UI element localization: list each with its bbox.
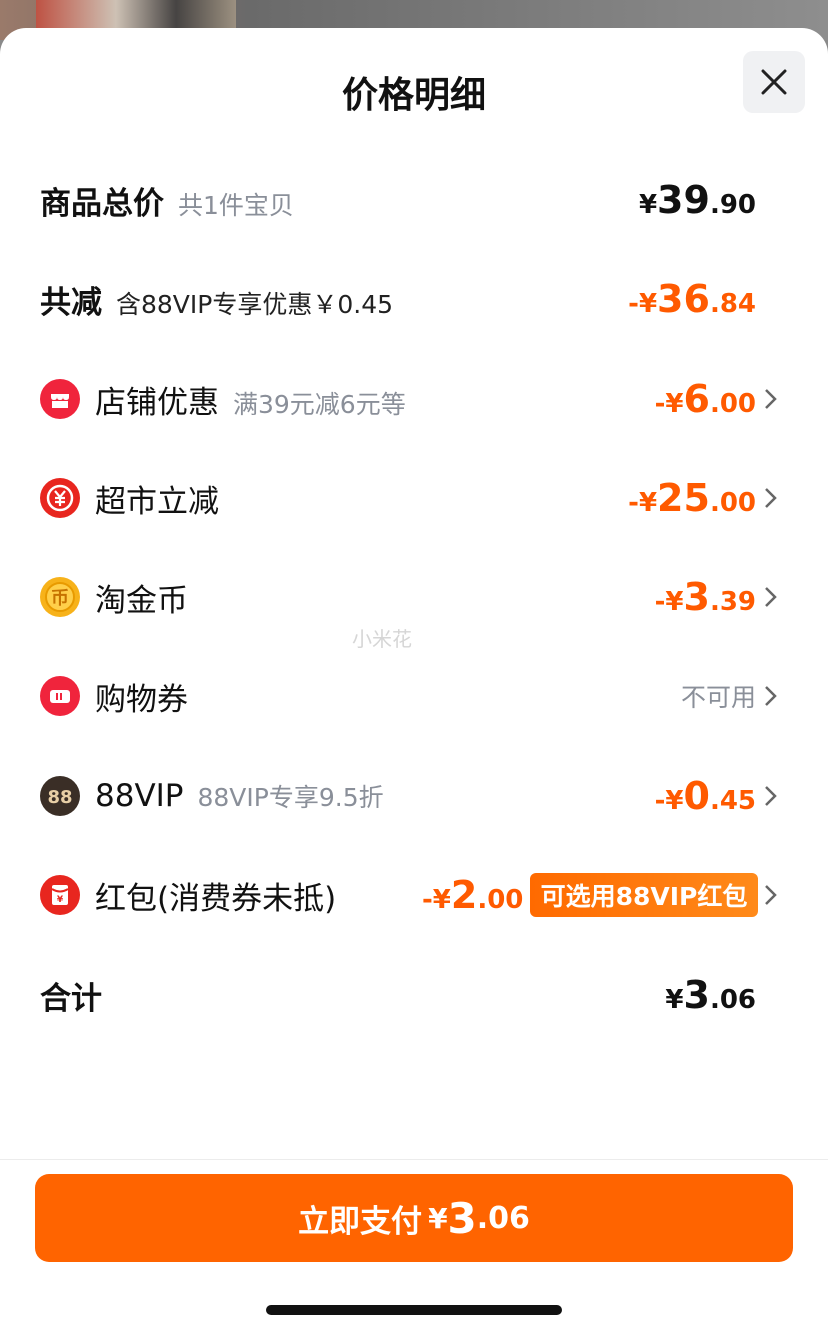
amount-decimal: .06 bbox=[709, 985, 756, 1015]
subtotal-label-group: 合计 bbox=[40, 973, 102, 1018]
subtotal-label: 合计 bbox=[40, 980, 102, 1017]
currency-symbol: -¥ bbox=[654, 587, 684, 617]
vip-discount-note: 含88VIP专享优惠￥0.45 bbox=[116, 289, 394, 319]
shop-discount-row[interactable]: 店铺优惠 满39元减6元等 -¥ 6 .00 bbox=[0, 369, 828, 429]
amount-integer: 36 bbox=[657, 277, 710, 321]
total-reduce-row: 共减 含88VIP专享优惠￥0.45 -¥ 36 .84 bbox=[0, 269, 828, 329]
chevron-right-icon bbox=[762, 385, 780, 413]
supermarket-discount-amount: -¥ 25 .00 bbox=[628, 476, 756, 520]
supermarket-discount-label: 超市立减 bbox=[95, 483, 219, 520]
subtotal-row: 合计 ¥ 3 .06 bbox=[0, 965, 828, 1025]
chevron-right-icon bbox=[762, 782, 780, 810]
shop-discount-amount: -¥ 6 .00 bbox=[655, 377, 756, 421]
chevron-right-icon bbox=[762, 484, 780, 512]
chevron-right-icon bbox=[762, 583, 780, 611]
amount-integer: 25 bbox=[657, 476, 710, 520]
shop-icon bbox=[40, 379, 80, 419]
goods-total-label-group: 商品总价 共1件宝贝 bbox=[40, 178, 294, 223]
shop-discount-label: 店铺优惠 bbox=[95, 384, 219, 421]
price-detail-sheet: 价格明细 商品总价 共1件宝贝 ¥ 39 .90 共减 含88VIP专享优惠￥0… bbox=[0, 28, 828, 1335]
red-packet-row[interactable]: ¥ 红包(消费券未抵) -¥ 2 .00 可选用88VIP红包 bbox=[0, 865, 828, 925]
coin-icon: 币 bbox=[40, 577, 80, 617]
amount-integer: 6 bbox=[683, 377, 710, 421]
svg-text:币: 币 bbox=[51, 588, 69, 609]
vip-red-packet-badge[interactable]: 可选用88VIP红包 bbox=[530, 873, 758, 917]
goods-total-count: 共1件宝贝 bbox=[178, 190, 294, 220]
amount-integer: 3 bbox=[447, 1193, 477, 1243]
taojinbi-amount: -¥ 3 .39 bbox=[655, 575, 756, 619]
home-indicator[interactable] bbox=[266, 1305, 562, 1315]
amount-decimal: .39 bbox=[709, 587, 756, 617]
goods-total-label: 商品总价 bbox=[40, 185, 164, 222]
svg-text:¥: ¥ bbox=[57, 895, 64, 905]
shopping-coupon-label: 购物券 bbox=[95, 681, 188, 718]
amount-decimal: .84 bbox=[709, 289, 756, 319]
amount-integer: 3 bbox=[683, 973, 710, 1017]
sheet-title: 价格明细 bbox=[341, 75, 486, 116]
chevron-right-icon bbox=[762, 682, 780, 710]
currency-symbol: -¥ bbox=[654, 389, 684, 419]
vip88-amount: -¥ 0 .45 bbox=[655, 774, 756, 818]
vip88-discount-rule: 88VIP专享9.5折 bbox=[197, 783, 384, 812]
coupon-status: 不可用 bbox=[680, 683, 756, 712]
currency-symbol: ¥ bbox=[665, 985, 684, 1015]
shopping-coupon-row[interactable]: 购物券 不可用 bbox=[0, 666, 828, 726]
chevron-right-icon bbox=[762, 881, 780, 909]
shop-discount-label-group: 店铺优惠 满39元减6元等 bbox=[95, 377, 406, 422]
amount-decimal: .00 bbox=[709, 488, 756, 518]
close-icon bbox=[761, 69, 787, 95]
red-packet-label-group: 红包(消费券未抵) bbox=[95, 873, 336, 918]
amount-decimal: .06 bbox=[476, 1200, 530, 1236]
pay-now-button[interactable]: 立即支付 ¥ 3 .06 bbox=[35, 1174, 793, 1262]
amount-integer: 3 bbox=[683, 575, 710, 619]
shop-discount-rule: 满39元减6元等 bbox=[233, 389, 406, 419]
coupon-icon bbox=[40, 676, 80, 716]
supermarket-yuan-icon bbox=[40, 478, 80, 518]
currency-symbol: -¥ bbox=[422, 885, 451, 915]
close-button[interactable] bbox=[743, 51, 805, 113]
amount-integer: 0 bbox=[683, 774, 710, 818]
footer-divider bbox=[0, 1159, 828, 1160]
red-packet-icon: ¥ bbox=[40, 875, 80, 915]
total-reduce-label-group: 共减 含88VIP专享优惠￥0.45 bbox=[40, 277, 393, 322]
watermark-text: 小米花 bbox=[352, 627, 412, 651]
goods-total-row: 商品总价 共1件宝贝 ¥ 39 .90 bbox=[0, 170, 828, 230]
taojinbi-row[interactable]: 币 淘金币 -¥ 3 .39 bbox=[0, 567, 828, 627]
vip88-row[interactable]: 88 88VIP 88VIP专享9.5折 -¥ 0 .45 bbox=[0, 766, 828, 826]
vip88-label-group: 88VIP 88VIP专享9.5折 bbox=[95, 778, 384, 814]
vip88-icon: 88 bbox=[40, 776, 80, 816]
vip88-label: 88VIP bbox=[95, 778, 184, 814]
supermarket-discount-label-group: 超市立减 bbox=[95, 476, 219, 521]
shopping-coupon-label-group: 购物券 bbox=[95, 674, 188, 719]
amount-decimal: .45 bbox=[709, 786, 756, 816]
red-packet-amount: -¥ 2 .00 bbox=[422, 873, 523, 917]
amount-integer: 2 bbox=[450, 873, 478, 917]
red-packet-label: 红包(消费券未抵) bbox=[95, 880, 337, 917]
goods-total-amount: ¥ 39 .90 bbox=[639, 178, 756, 222]
currency-symbol: -¥ bbox=[628, 488, 658, 518]
subtotal-amount: ¥ 3 .06 bbox=[665, 973, 756, 1017]
currency-symbol: -¥ bbox=[654, 786, 684, 816]
currency-symbol: ¥ bbox=[428, 1201, 448, 1235]
amount-decimal: .90 bbox=[709, 190, 756, 220]
total-reduce-label: 共减 bbox=[40, 284, 102, 321]
amount-decimal: .00 bbox=[709, 389, 756, 419]
total-reduce-amount: -¥ 36 .84 bbox=[628, 277, 756, 321]
pay-now-label: 立即支付 bbox=[298, 1203, 423, 1240]
svg-text:88: 88 bbox=[47, 787, 72, 808]
taojinbi-label-group: 淘金币 bbox=[95, 575, 188, 620]
taojinbi-label: 淘金币 bbox=[95, 582, 188, 619]
currency-symbol: ¥ bbox=[638, 190, 658, 220]
amount-integer: 39 bbox=[657, 178, 710, 222]
supermarket-discount-row[interactable]: 超市立减 -¥ 25 .00 bbox=[0, 468, 828, 528]
amount-decimal: .00 bbox=[477, 885, 524, 915]
currency-symbol: -¥ bbox=[628, 289, 658, 319]
